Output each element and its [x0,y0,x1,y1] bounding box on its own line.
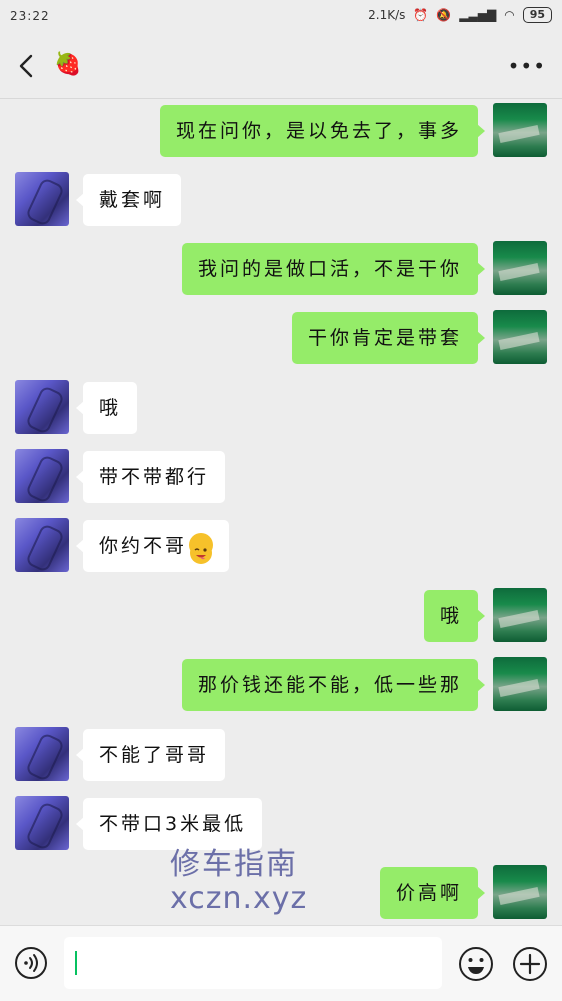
input-bar [0,925,562,1001]
contact-avatar[interactable] [15,380,69,434]
winking-face-emoji-icon [189,532,214,564]
watermark-text: 修车指南 [170,847,298,882]
contact-avatar[interactable] [15,796,69,850]
message-bubble-received[interactable]: 带不带都行 [75,451,226,503]
message-bubble-sent[interactable]: 现在问你，是以免去了，事多 [159,105,486,157]
contact-avatar[interactable] [15,172,69,226]
message-row: 戴套啊 [0,172,562,228]
message-list[interactable]: 现在问你，是以免去了，事多 戴套啊 我问的是做口活，不是干你 干你肯定是带套 哦… [0,99,562,925]
alarm-icon: ⏰ [413,8,429,22]
signal-icon: ▂▃▅▇ [459,8,497,22]
message-row: 带不带都行 [0,449,562,505]
network-speed: 2.1K/s [368,8,406,22]
message-bubble-sent[interactable]: 价高啊 [379,867,486,919]
message-row: 那价钱还能不能，低一些那 [0,657,562,713]
wifi-icon: ◠ [504,8,515,22]
message-row: 哦 [0,588,562,644]
mute-icon: 🔕 [436,8,452,22]
my-avatar[interactable] [493,657,547,711]
status-time: 23:22 [10,9,50,23]
message-row: 不能了哥哥 [0,727,562,783]
plus-icon[interactable] [512,946,548,982]
message-row: 不带口3米最低 [0,796,562,852]
text-caret [75,951,77,975]
message-input[interactable] [64,937,442,989]
message-bubble-received[interactable]: 哦 [75,382,138,434]
message-bubble-sent[interactable]: 干你肯定是带套 [291,312,486,364]
message-bubble-sent[interactable]: 那价钱还能不能，低一些那 [181,659,486,711]
message-row: 我问的是做口活，不是干你 [0,241,562,297]
message-bubble-received[interactable]: 戴套啊 [75,174,182,226]
my-avatar[interactable] [493,103,547,157]
watermark-url: xczn.xyz [170,881,308,916]
my-avatar[interactable] [493,865,547,919]
message-bubble-sent[interactable]: 哦 [423,590,486,642]
status-icons: 2.1K/s ⏰ 🔕 ▂▃▅▇ ◠ 95 [368,7,552,23]
message-row: 哦 [0,380,562,436]
chat-header: 🍓 ••• [0,34,562,99]
watermark: 修车指南 xczn.xyz [170,850,307,914]
emoji-icon[interactable] [458,946,494,982]
message-row: 干你肯定是带套 [0,310,562,366]
message-bubble-sent[interactable]: 我问的是做口活，不是干你 [181,243,486,295]
my-avatar[interactable] [493,310,547,364]
contact-avatar[interactable] [15,449,69,503]
message-row: 现在问你，是以免去了，事多 [0,103,562,159]
contact-avatar[interactable] [15,518,69,572]
battery-indicator: 95 [522,7,552,23]
contact-name: 🍓 [54,52,82,77]
message-bubble-received[interactable]: 不带口3米最低 [75,798,263,850]
my-avatar[interactable] [493,241,547,295]
message-bubble-received[interactable]: 不能了哥哥 [75,729,226,781]
contact-avatar[interactable] [15,727,69,781]
message-row: 你约不哥 [0,518,562,574]
back-arrow-icon[interactable] [14,52,40,80]
message-text: 你约不哥 [99,535,188,557]
status-bar: 23:22 2.1K/s ⏰ 🔕 ▂▃▅▇ ◠ 95 [0,0,562,34]
message-bubble-received[interactable]: 你约不哥 [75,520,230,572]
voice-input-icon[interactable] [14,946,48,980]
more-options-icon[interactable]: ••• [508,54,546,78]
my-avatar[interactable] [493,588,547,642]
